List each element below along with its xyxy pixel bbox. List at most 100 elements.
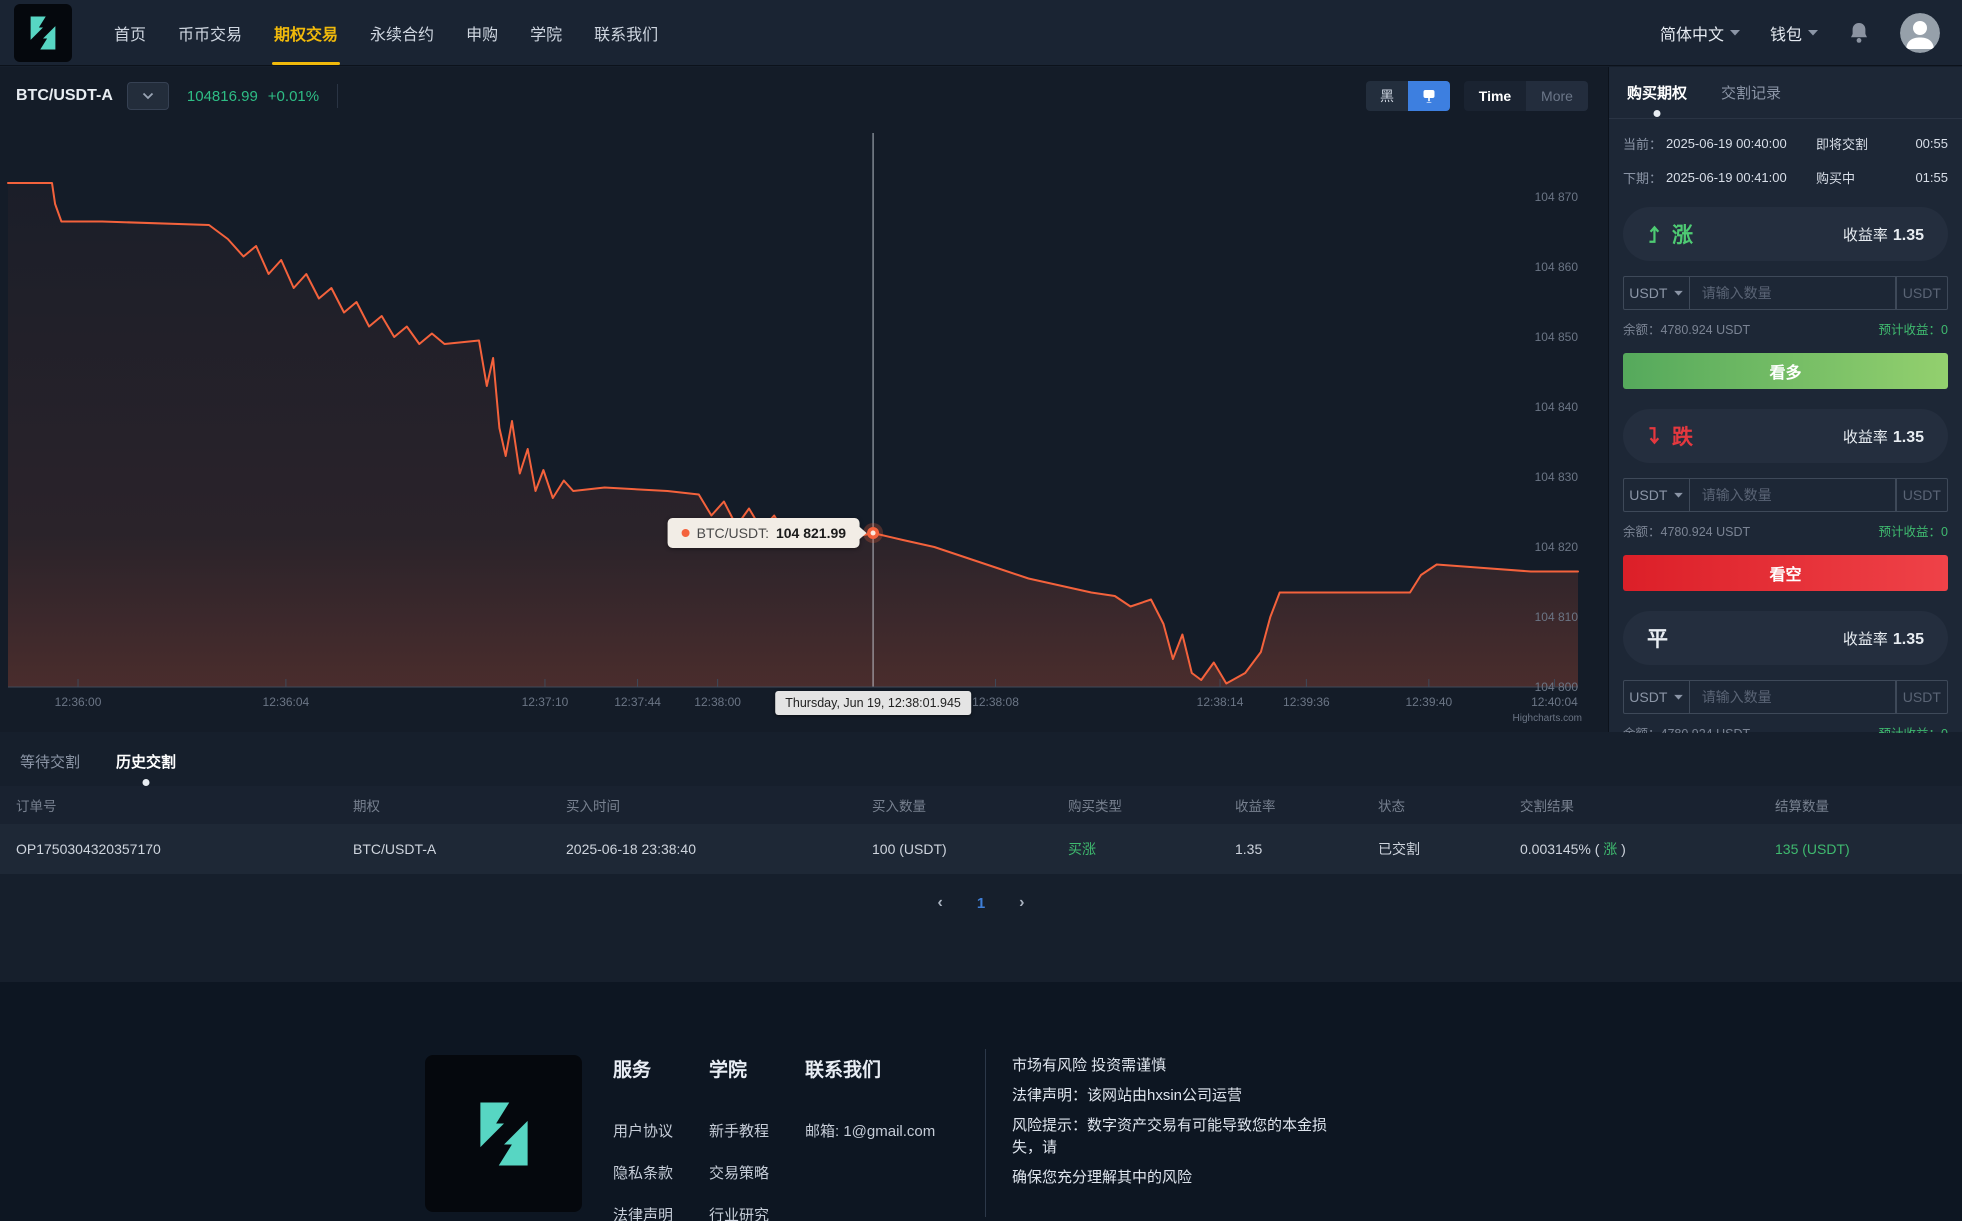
cell-amount: 100 (USDT) [872, 841, 1068, 857]
footer-link[interactable]: 交易策略 [709, 1162, 805, 1183]
nav-item-2[interactable]: 期权交易 [258, 0, 354, 65]
tab-pending-settlement[interactable]: 等待交割 [20, 751, 80, 786]
amount-input-row: USDTUSDT [1623, 478, 1948, 512]
currency-select[interactable]: USDT [1623, 478, 1690, 512]
language-selector[interactable]: 简体中文 [1660, 21, 1740, 45]
column-header-3: 买入数量 [872, 795, 1068, 815]
tab-buy-option[interactable]: 购买期权 [1627, 82, 1687, 103]
navbar: 首页币币交易期权交易永续合约申购学院联系我们 简体中文 钱包 [0, 0, 1962, 66]
footer-link[interactable]: 隐私条款 [613, 1162, 709, 1183]
currency-select[interactable]: USDT [1623, 680, 1690, 714]
nav-item-4[interactable]: 申购 [450, 0, 514, 65]
brand-logo-icon [462, 1092, 546, 1176]
rate-value: 1.35 [1893, 631, 1924, 648]
direction-name: 平 [1647, 623, 1668, 653]
currency-value: USDT [1629, 285, 1667, 301]
current-period-row: 当前： 2025-06-19 00:40:00 即将交割 00:55 [1623, 134, 1948, 153]
column-header-5: 收益率 [1235, 795, 1378, 815]
nav-item-6[interactable]: 联系我们 [578, 0, 674, 65]
buy-short-button[interactable]: 看空 [1623, 555, 1948, 591]
buy-long-button[interactable]: 看多 [1623, 353, 1948, 389]
theme-dark-button[interactable]: 黑 [1366, 81, 1408, 111]
column-header-4: 购买类型 [1068, 795, 1235, 815]
current-status: 即将交割 [1816, 134, 1904, 153]
balance-label: 余额：4780.924 USDT [1623, 521, 1750, 540]
symbol-selector[interactable] [127, 82, 169, 110]
brand-logo[interactable] [14, 4, 72, 62]
chart-credit[interactable]: Highcharts.com [1513, 713, 1582, 724]
x-tick-label: 12:37:44 [614, 695, 661, 709]
interval-time-button[interactable]: Time [1464, 81, 1526, 111]
tab-settle-records[interactable]: 交割记录 [1721, 82, 1781, 103]
footer-link[interactable]: 新手教程 [709, 1120, 805, 1141]
next-status: 购买中 [1816, 168, 1904, 187]
point-tooltip: BTC/USDT: 104 821.99 [668, 518, 860, 548]
crosshair-date-tooltip: Thursday, Jun 19, 12:38:01.945 [775, 691, 971, 715]
footer-link[interactable]: 行业研究 [709, 1204, 805, 1221]
bell-icon [1848, 21, 1870, 45]
wallet-menu[interactable]: 钱包 [1770, 21, 1818, 45]
orders-table: 订单号期权买入时间买入数量购买类型收益率状态交割结果结算数量 OP1750304… [0, 786, 1962, 874]
price-chart[interactable]: 104 800104 810104 820104 830104 840104 8… [0, 125, 1608, 732]
x-tick-label: 12:38:08 [972, 695, 1019, 709]
amount-input-row: USDTUSDT [1623, 680, 1948, 714]
rate-row: 收益率1.35 [1843, 224, 1924, 245]
footer-link[interactable]: 法律声明 [613, 1204, 709, 1221]
nav-item-3[interactable]: 永续合约 [354, 0, 450, 65]
last-price: 104816.99 [187, 88, 258, 105]
prev-page-button[interactable]: ‹ [938, 894, 943, 912]
column-header-2: 买入时间 [566, 795, 872, 815]
symbol-label: BTC/USDT-A [16, 87, 113, 105]
table-row[interactable]: OP1750304320357170BTC/USDT-A2025-06-18 2… [0, 824, 1962, 874]
footer-links: 邮箱: 1@gmail.com [805, 1120, 985, 1141]
user-icon [1900, 13, 1940, 53]
next-page-button[interactable]: › [1019, 894, 1024, 912]
chevron-down-icon [142, 92, 154, 100]
option-section-header: 跌收益率1.35 [1623, 409, 1948, 463]
footer-heading: 联系我们 [805, 1055, 985, 1082]
page-number[interactable]: 1 [977, 895, 985, 912]
avatar[interactable] [1900, 13, 1940, 53]
chevron-down-icon [1674, 290, 1683, 296]
rate-label: 收益率 [1843, 429, 1888, 446]
direction-name: 跌 [1672, 421, 1693, 451]
app: 首页币币交易期权交易永续合约申购学院联系我们 简体中文 钱包 [0, 0, 1962, 1221]
footer-logo [425, 1055, 582, 1212]
y-tick-label: 104 850 [1508, 330, 1578, 344]
table-header-row: 订单号期权买入时间买入数量购买类型收益率状态交割结果结算数量 [0, 786, 1962, 824]
theme-color-button[interactable] [1408, 81, 1450, 111]
rate-label: 收益率 [1843, 631, 1888, 648]
notifications-button[interactable] [1848, 21, 1870, 45]
currency-suffix: USDT [1896, 276, 1948, 310]
footer-link[interactable]: 用户协议 [613, 1120, 709, 1141]
estimated-profit: 预计收益：0 [1879, 319, 1948, 338]
trade-panel-tabs: 购买期权 交割记录 [1609, 67, 1962, 119]
footer-column-1: 学院新手教程交易策略行业研究 [709, 1055, 805, 1221]
option-section-header: 平 收益率 1.35 [1623, 611, 1948, 665]
y-tick-label: 104 860 [1508, 260, 1578, 274]
current-time: 2025-06-19 00:40:00 [1666, 136, 1787, 151]
nav-item-0[interactable]: 首页 [98, 0, 162, 65]
cell-order-id: OP1750304320357170 [16, 841, 353, 857]
theme-controls: 黑 [1366, 81, 1450, 111]
rate-value: 1.35 [1893, 227, 1924, 244]
interval-more-button[interactable]: More [1526, 81, 1588, 111]
tab-history-settlement[interactable]: 历史交割 [116, 751, 176, 786]
y-tick-label: 104 830 [1508, 470, 1578, 484]
amount-input-row: USDT USDT [1623, 276, 1948, 310]
brand-logo-icon [21, 11, 65, 55]
pagination: ‹ 1 › [0, 894, 1962, 912]
next-countdown: 01:55 [1904, 170, 1948, 185]
amount-input[interactable] [1690, 478, 1896, 512]
nav-item-1[interactable]: 币币交易 [162, 0, 258, 65]
x-tick-label: 12:36:04 [263, 695, 310, 709]
nav-item-5[interactable]: 学院 [514, 0, 578, 65]
y-tick-label: 104 820 [1508, 540, 1578, 554]
amount-input[interactable] [1690, 276, 1896, 310]
currency-select[interactable]: USDT [1623, 276, 1690, 310]
footer-links: 用户协议隐私条款法律声明 [613, 1120, 709, 1221]
amount-input[interactable] [1690, 680, 1896, 714]
direction-label: 跌 [1647, 421, 1693, 451]
footer-link[interactable]: 邮箱: 1@gmail.com [805, 1120, 985, 1141]
cell-buy-type: 买涨 [1068, 839, 1235, 859]
